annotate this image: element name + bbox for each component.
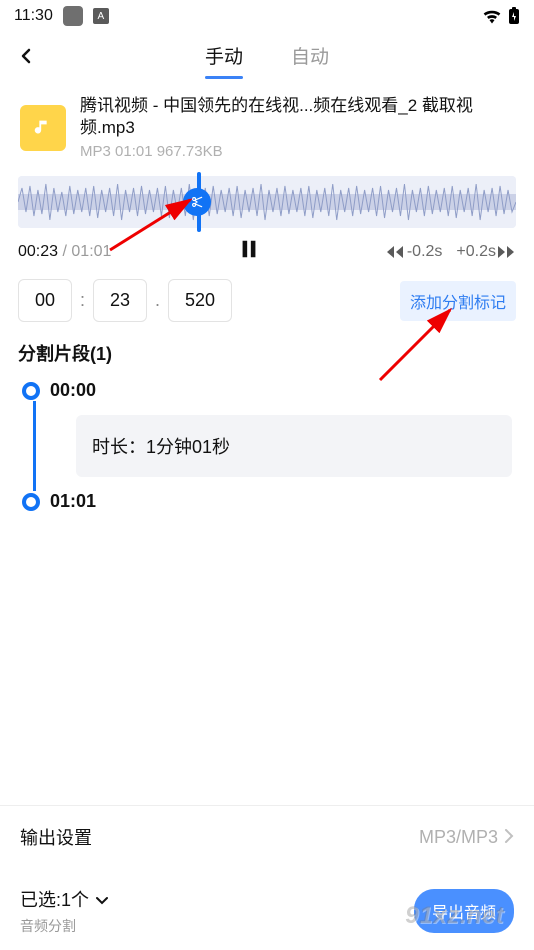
music-note-icon	[32, 117, 54, 139]
rewind-icon	[387, 245, 405, 259]
chevron-right-icon	[504, 827, 514, 848]
segments-timeline: 00:00 时长：1分钟01秒 01:01	[0, 370, 534, 512]
chevron-left-icon	[18, 48, 34, 64]
output-value: MP3/MP3	[419, 827, 498, 848]
millis-input[interactable]: 520	[168, 279, 232, 322]
fast-forward-icon	[498, 245, 516, 259]
waveform-graphic	[18, 176, 516, 228]
file-thumb	[20, 105, 66, 151]
minutes-input[interactable]: 00	[18, 279, 72, 322]
tab-manual[interactable]: 手动	[205, 36, 243, 75]
total-time: 01:01	[71, 243, 111, 260]
file-meta: MP3 01:01 967.73KB	[80, 143, 514, 160]
colon-sep: :	[80, 290, 85, 311]
selected-count: 已选:1个	[20, 886, 108, 912]
status-app-icon-1	[63, 6, 83, 26]
file-row: 腾讯视频 - 中国领先的在线视...频在线观看_2 截取视频.mp3 MP3 0…	[0, 79, 534, 168]
pause-button[interactable]	[238, 238, 260, 265]
segments-title: 分割片段(1)	[0, 322, 534, 370]
wifi-icon	[482, 8, 502, 24]
segment-start-time: 00:00	[50, 380, 96, 401]
dot-sep: .	[155, 290, 160, 311]
status-bar: 11:30 A	[0, 0, 534, 28]
playhead-handle[interactable]	[183, 188, 211, 216]
waveform-container[interactable]	[18, 176, 516, 228]
chevron-down-icon	[96, 896, 108, 906]
scissors-icon	[190, 195, 204, 209]
top-nav: 手动 自动	[0, 28, 534, 79]
seconds-input[interactable]: 23	[93, 279, 147, 322]
current-time: 00:23	[18, 243, 58, 260]
segment-start: 00:00	[22, 380, 512, 401]
segment-end: 01:01	[22, 491, 512, 512]
time-input-row: 00 : 23 . 520 添加分割标记	[0, 265, 534, 322]
waveform[interactable]	[18, 176, 516, 228]
export-button[interactable]: 导出音频	[414, 889, 514, 933]
tab-auto[interactable]: 自动	[291, 36, 329, 75]
file-name: 腾讯视频 - 中国领先的在线视...频在线观看_2 截取视频.mp3	[80, 95, 514, 139]
time-row: 00:23 / 01:01 -0.2s +0.2s	[0, 228, 534, 265]
playback-time: 00:23 / 01:01	[18, 243, 111, 261]
output-label: 输出设置	[20, 824, 92, 850]
segment-duration-card[interactable]: 时长：1分钟01秒	[76, 415, 512, 477]
bottom-bar: 已选:1个 音频分割 导出音频	[0, 874, 534, 950]
skip-forward-button[interactable]: +0.2s	[456, 243, 516, 261]
clock: 11:30	[14, 7, 53, 25]
status-app-icon-2: A	[93, 8, 109, 24]
timeline-marker-icon	[22, 493, 40, 511]
back-button[interactable]	[14, 44, 38, 68]
battery-icon	[508, 7, 520, 25]
segment-end-time: 01:01	[50, 491, 96, 512]
pause-icon	[238, 238, 260, 260]
add-split-marker-button[interactable]: 添加分割标记	[400, 281, 516, 321]
bottom-subnote: 音频分割	[20, 916, 108, 936]
output-settings-row[interactable]: 输出设置 MP3/MP3	[0, 805, 534, 868]
skip-back-button[interactable]: -0.2s	[387, 243, 443, 261]
timeline-marker-icon	[22, 382, 40, 400]
